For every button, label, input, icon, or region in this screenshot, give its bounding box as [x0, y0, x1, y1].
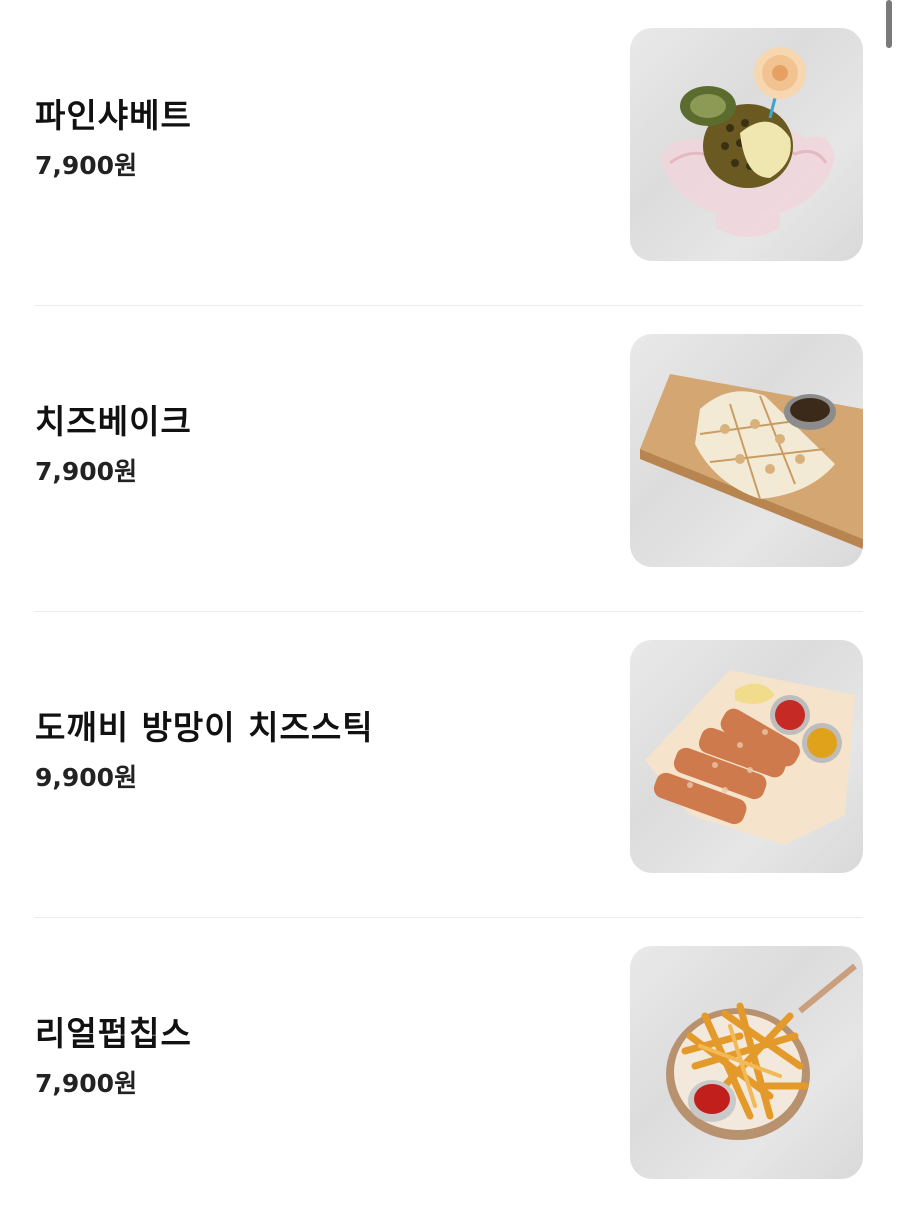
cheese-stick-photo[interactable] [630, 640, 863, 873]
menu-item-name: 치즈베이크 [35, 402, 192, 441]
menu-item-text: 리얼펍칩스 7,900원 [35, 1014, 192, 1100]
fries-photo[interactable] [630, 946, 863, 1179]
menu-item-name: 파인샤베트 [35, 96, 192, 135]
menu-item-text: 파인샤베트 7,900원 [35, 96, 192, 182]
menu-item-name: 도깨비 방망이 치즈스틱 [35, 708, 374, 747]
menu-item-price: 7,900원 [35, 457, 138, 486]
menu-item-price: 7,900원 [35, 151, 138, 180]
menu-item-price: 9,900원 [35, 763, 138, 792]
menu-list: 파인샤베트 7,900원 치즈베이크 7,900원 도깨비 방망이 치즈스틱 9… [0, 0, 898, 1224]
menu-item[interactable]: 리얼펍칩스 7,900원 [0, 918, 898, 1224]
menu-item[interactable]: 파인샤베트 7,900원 [0, 0, 898, 306]
menu-item-text: 치즈베이크 7,900원 [35, 402, 192, 488]
menu-item-text: 도깨비 방망이 치즈스틱 9,900원 [35, 708, 374, 794]
pineapple-sorbet-photo[interactable] [630, 28, 863, 261]
menu-item-price: 7,900원 [35, 1069, 138, 1098]
menu-item-name: 리얼펍칩스 [35, 1014, 192, 1053]
cheese-bake-photo[interactable] [630, 334, 863, 567]
menu-item[interactable]: 도깨비 방망이 치즈스틱 9,900원 [0, 612, 898, 918]
menu-item[interactable]: 치즈베이크 7,900원 [0, 306, 898, 612]
